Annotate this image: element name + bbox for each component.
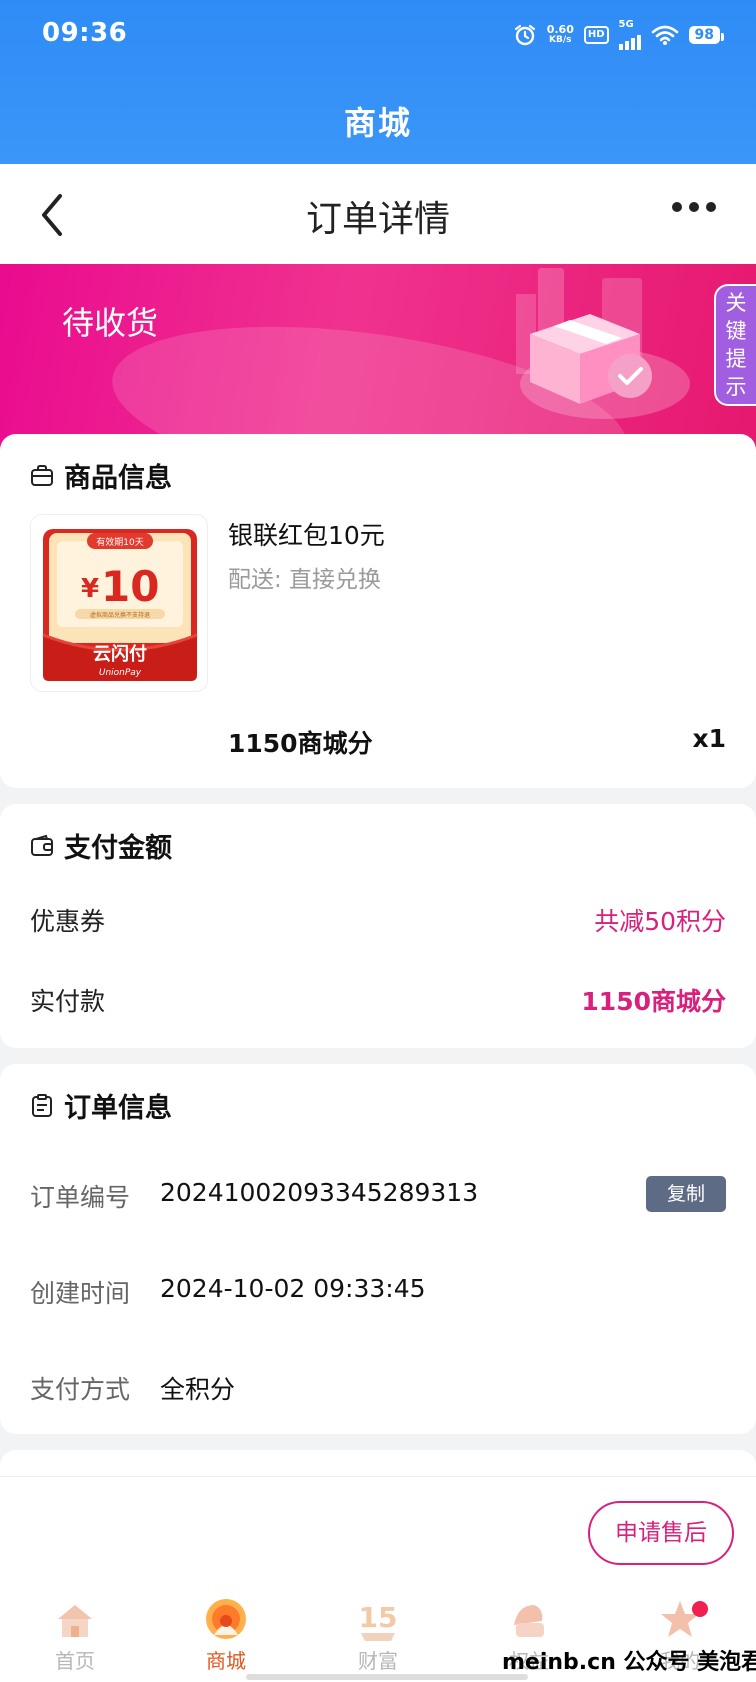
order-info-title: 订单信息 [64,1093,172,1124]
wallet-icon [31,834,53,856]
pay-method-value: 全积分 [160,1375,236,1404]
mall-icon [206,1599,246,1639]
watermark-text: meinb.cn 公众号 美泡君 [502,1650,756,1675]
payment-title: 支付金额 [64,833,172,864]
benefits-icon [514,1605,544,1637]
tab-mall-label: 商城 [206,1649,246,1673]
order-no-label: 订单编号 [30,1183,131,1212]
tab-wealth[interactable]: 15 财富 [318,1595,438,1674]
product-quantity: x1 [692,724,726,753]
product-info-title: 商品信息 [64,463,172,494]
svg-text:15: 15 [359,1601,398,1634]
product-badge-text: 有效期10天 [96,536,143,548]
network-type: 5G [618,19,634,30]
product-fine-print: 虚拟商品兑换不支持退 [90,611,150,619]
page-title: 订单详情 [305,199,450,240]
product-brand: 云闪付 [93,643,147,665]
tab-wealth-label: 财富 [358,1649,398,1673]
home-indicator[interactable] [246,1674,528,1680]
created-time-label: 创建时间 [30,1279,131,1308]
payment-card: 支付金额 优惠券 共减50积分 实付款 1150商城分 [0,804,756,1048]
app-title: 商城 [343,104,412,142]
notification-dot [692,1601,708,1617]
payment-header: 支付金额 [30,826,172,865]
red-envelope-image: 有效期10天 ¥ 10 虚拟商品兑换不支持退 云闪付 UnionPay [37,521,203,687]
coupon-label: 优惠券 [30,907,106,936]
paid-label: 实付款 [30,987,106,1016]
pay-method-label: 支付方式 [30,1375,131,1404]
signal-icon: 5G [618,19,641,50]
product-brand-en: UnionPay [99,668,142,678]
order-info-card: 订单信息 订单编号 20241002093345289313 复制 创建时间 2… [0,1064,756,1434]
copy-button[interactable]: 复制 [646,1176,726,1212]
net-speed: 0.60 KB/s [547,24,574,46]
package-illustration-icon [516,268,690,419]
hd-badge: HD [583,26,609,44]
net-speed-unit: KB/s [549,35,572,45]
alarm-icon [514,24,535,46]
product-delivery: 配送: 直接兑换 [228,567,382,593]
product-price: 1150商城分 [228,729,373,758]
product-image[interactable]: 有效期10天 ¥ 10 虚拟商品兑换不支持退 云闪付 UnionPay [30,514,208,692]
after-sale-button[interactable]: 申请售后 [588,1501,734,1565]
net-speed-value: 0.60 [546,23,574,36]
product-info-card: 商品信息 有效期10天 ¥ 10 虚拟商品兑换不支持退 云闪付 UnionPay… [0,434,756,788]
clipboard-icon [32,1093,52,1117]
tab-mall[interactable]: 商城 [166,1595,286,1674]
status-time: 09:36 [42,18,128,48]
status-icons: 0.60 KB/s HD 5G 98 [513,19,725,50]
more-dots-icon[interactable] [672,202,716,212]
product-name[interactable]: 银联红包10元 [228,516,385,552]
order-info-header: 订单信息 [30,1086,172,1125]
order-status-text: 待收货 [62,304,159,342]
created-time-value: 2024-10-02 09:33:45 [160,1274,426,1303]
coupon-value: 共减50积分 [594,907,726,936]
navbar: 订单详情 [0,164,756,264]
tab-home-label: 首页 [55,1649,95,1673]
product-info-header: 商品信息 [30,456,172,495]
home-icon [58,1605,92,1637]
order-no-value: 20241002093345289313 [160,1178,479,1207]
status-and-app-header: 09:36 0.60 KB/s HD 5G 98 商城 [0,0,756,164]
bag-icon [31,464,53,486]
product-amount: 10 [101,562,159,611]
order-status-banner: 待收货 [0,264,756,454]
wealth-15-icon: 15 [359,1601,398,1641]
battery-icon: 98 [688,26,725,44]
paid-value: 1150商城分 [581,987,726,1016]
product-amount-symbol: ¥ [81,574,99,604]
tab-home[interactable]: 首页 [15,1595,135,1674]
wifi-icon [651,25,678,45]
key-tip-tab[interactable]: 关键提示 [714,284,756,406]
